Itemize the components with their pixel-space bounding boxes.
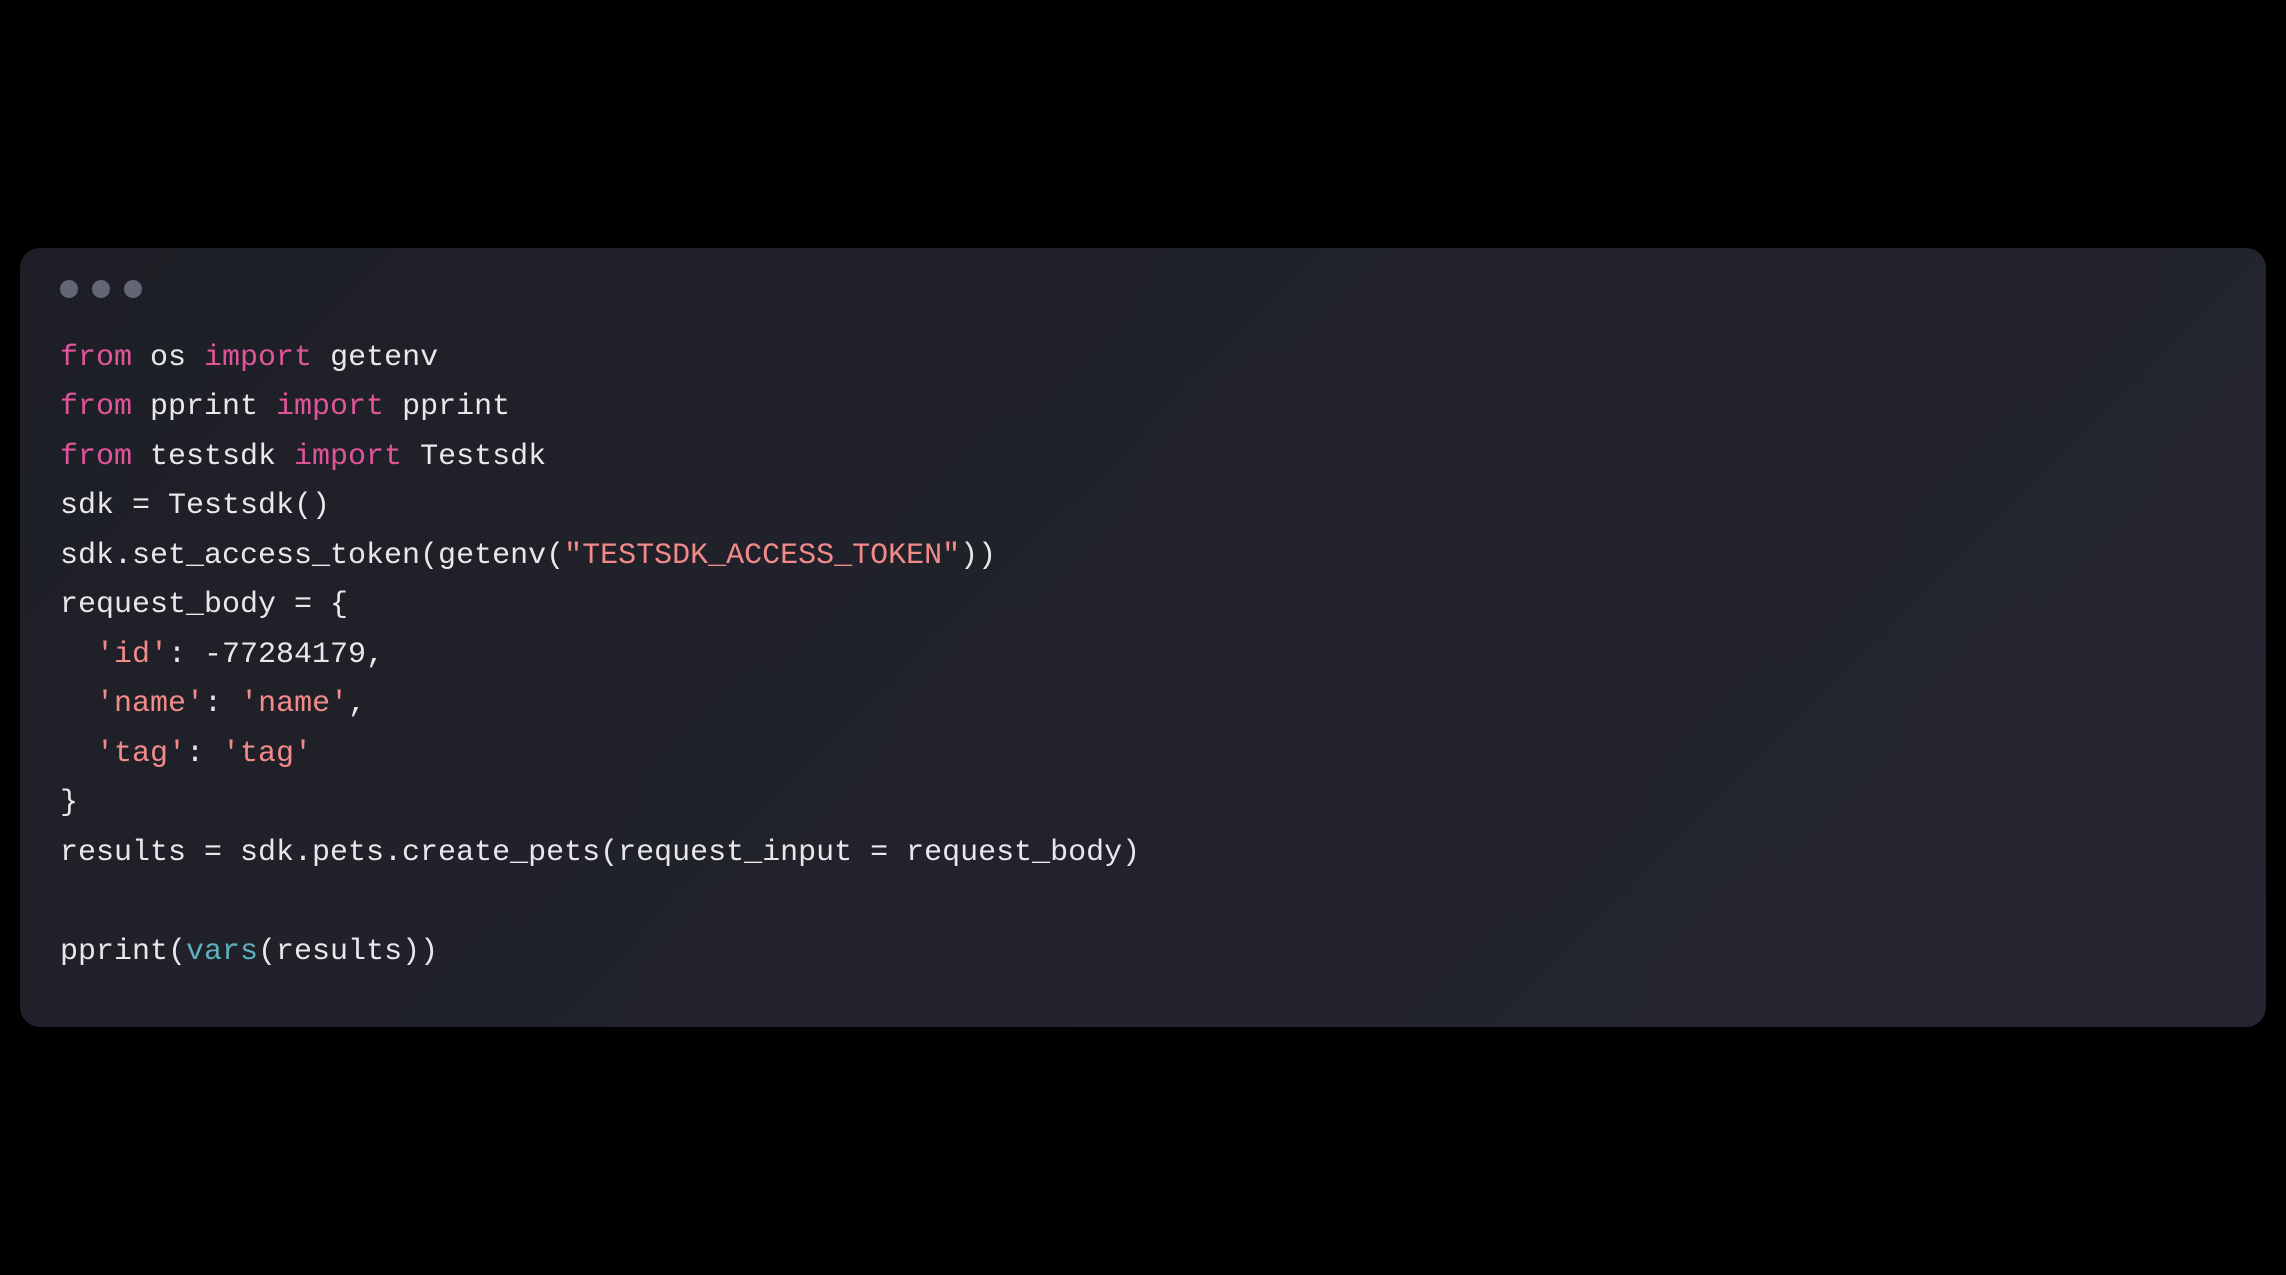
code-line: from os import getenv <box>60 334 2226 384</box>
code-line: sdk = Testsdk() <box>60 482 2226 532</box>
code-token: pprint <box>402 390 510 424</box>
code-token: 'id' <box>96 638 168 672</box>
code-content: from os import getenvfrom pprint import … <box>20 314 2266 1028</box>
code-token: from <box>60 440 150 474</box>
code-line: from pprint import pprint <box>60 383 2226 433</box>
code-token: : <box>204 687 240 721</box>
minimize-dot[interactable] <box>92 280 110 298</box>
code-line: request_body = { <box>60 581 2226 631</box>
code-token: "TESTSDK_ACCESS_TOKEN" <box>564 539 960 573</box>
close-dot[interactable] <box>60 280 78 298</box>
code-token: : <box>186 737 222 771</box>
code-token: 'name' <box>240 687 348 721</box>
code-token <box>60 638 96 672</box>
code-token: } <box>60 786 78 820</box>
code-token: )) <box>960 539 996 573</box>
code-line: pprint(vars(results)) <box>60 928 2226 978</box>
code-token: 'name' <box>96 687 204 721</box>
code-token: getenv <box>330 341 438 375</box>
code-token: vars <box>186 935 258 969</box>
code-token: pprint( <box>60 935 186 969</box>
code-token: from <box>60 341 150 375</box>
code-token: Testsdk <box>420 440 546 474</box>
code-line: 'name': 'name', <box>60 680 2226 730</box>
code-token: pprint <box>150 390 276 424</box>
code-token: , <box>348 687 366 721</box>
code-line <box>60 878 2226 928</box>
code-token: 'tag' <box>222 737 312 771</box>
code-token: from <box>60 390 150 424</box>
code-token <box>60 737 96 771</box>
code-token: (results)) <box>258 935 438 969</box>
code-window: from os import getenvfrom pprint import … <box>20 248 2266 1028</box>
code-token: import <box>276 390 402 424</box>
code-line: } <box>60 779 2226 829</box>
code-line: sdk.set_access_token(getenv("TESTSDK_ACC… <box>60 532 2226 582</box>
code-token: os <box>150 341 204 375</box>
window-title-bar <box>20 248 2266 314</box>
code-token: import <box>294 440 420 474</box>
code-token: 'tag' <box>96 737 186 771</box>
code-token: results = sdk.pets.create_pets(request_i… <box>60 836 1140 870</box>
code-line: results = sdk.pets.create_pets(request_i… <box>60 829 2226 879</box>
code-token: request_body = { <box>60 588 348 622</box>
code-line: from testsdk import Testsdk <box>60 433 2226 483</box>
code-token: testsdk <box>150 440 294 474</box>
code-token: : -77284179, <box>168 638 384 672</box>
code-line: 'tag': 'tag' <box>60 730 2226 780</box>
code-token: sdk = Testsdk() <box>60 489 330 523</box>
code-line: 'id': -77284179, <box>60 631 2226 681</box>
code-token: sdk.set_access_token(getenv( <box>60 539 564 573</box>
code-token: import <box>204 341 330 375</box>
maximize-dot[interactable] <box>124 280 142 298</box>
code-token <box>60 687 96 721</box>
